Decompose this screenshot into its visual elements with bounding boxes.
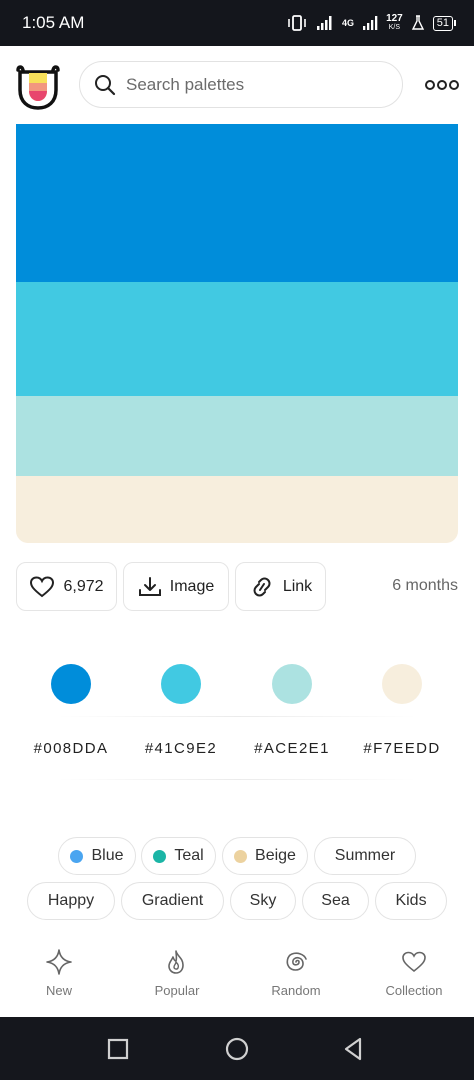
- link-label: Link: [282, 577, 313, 595]
- spiral-icon: [286, 952, 307, 971]
- color-dot-2[interactable]: [161, 664, 201, 704]
- tag-color-dot: [70, 849, 84, 863]
- link-button[interactable]: Link: [235, 562, 326, 611]
- tag-label: Blue: [91, 847, 124, 864]
- tag-label: Teal: [174, 847, 204, 864]
- color-code-1[interactable]: #008DDA: [16, 740, 126, 757]
- battery-level: 51: [432, 15, 453, 31]
- status-time: 1:05 AM: [22, 13, 85, 32]
- nav-collection[interactable]: Collection: [359, 930, 469, 1017]
- heart-icon: [30, 575, 55, 597]
- color-code-2[interactable]: #41C9E2: [126, 740, 236, 757]
- tag-color-dot: [234, 849, 248, 863]
- tag-sky[interactable]: Sky: [230, 882, 296, 920]
- color-dot-1[interactable]: [51, 664, 91, 704]
- tag-beige[interactable]: Beige: [222, 837, 308, 875]
- palette-swatch-1[interactable]: [16, 124, 458, 282]
- search-bar[interactable]: [79, 61, 403, 108]
- like-button[interactable]: 6,972: [16, 562, 117, 611]
- download-icon: [138, 576, 161, 596]
- tag-summer[interactable]: Summer: [314, 837, 416, 875]
- image-button[interactable]: Image: [123, 562, 229, 611]
- color-code-3[interactable]: #ACE2E1: [237, 740, 347, 757]
- divider: [56, 779, 418, 780]
- tag-label: Kids: [395, 892, 427, 909]
- net-speed-unit: K/S: [388, 24, 401, 31]
- image-label: Image: [169, 577, 215, 595]
- color-code-4[interactable]: #F7EEDD: [347, 740, 457, 757]
- tag-color-dot: [153, 849, 167, 863]
- net-speed: 127 K/S: [386, 14, 403, 32]
- status-bar: 1:05 AM 4G 127 K/S 51: [0, 0, 474, 46]
- tag-label: Sky: [249, 892, 277, 909]
- search-input[interactable]: [126, 70, 386, 100]
- tag-label: Gradient: [141, 892, 204, 909]
- palette-swatches[interactable]: [16, 124, 458, 543]
- palette-swatch-3[interactable]: [16, 396, 458, 476]
- nav-new[interactable]: New: [4, 930, 114, 1017]
- battery-icon: 51: [432, 15, 456, 31]
- nav-random[interactable]: Random: [241, 930, 351, 1017]
- nav-label: Collection: [385, 983, 443, 998]
- home-circle-icon[interactable]: [223, 1035, 251, 1063]
- tag-label: Beige: [255, 847, 296, 864]
- signal-icon: [317, 16, 332, 30]
- palette-actions: 6,972 Image Link 6 months: [16, 562, 458, 612]
- nav-label: Random: [271, 983, 321, 998]
- color-dot-4[interactable]: [382, 664, 422, 704]
- system-nav-bar: [0, 1017, 474, 1080]
- color-dot-3[interactable]: [272, 664, 312, 704]
- top-bar: [0, 46, 474, 124]
- sparkle-icon: [46, 949, 72, 975]
- tag-label: Summer: [334, 847, 396, 864]
- like-count: 6,972: [63, 577, 104, 595]
- link-icon: [253, 577, 271, 596]
- flask-icon: [411, 15, 424, 30]
- recents-square-icon[interactable]: [104, 1035, 132, 1063]
- tag-kids[interactable]: Kids: [375, 882, 447, 920]
- divider: [56, 716, 418, 717]
- tongue-face-logo[interactable]: [14, 60, 62, 110]
- tag-gradient[interactable]: Gradient: [121, 882, 224, 920]
- net-speed-value: 127: [386, 13, 403, 24]
- status-icons: 4G 127 K/S 51: [286, 10, 456, 36]
- back-triangle-icon[interactable]: [340, 1035, 368, 1063]
- color-codes: #008DDA #41C9E2 #ACE2E1 #F7EEDD: [16, 716, 458, 780]
- signal-icon-2: [363, 16, 378, 30]
- heart-icon: [402, 951, 426, 973]
- vibrate-icon: [288, 15, 306, 31]
- search-icon: [95, 75, 116, 96]
- tag-teal[interactable]: Teal: [141, 837, 216, 875]
- tag-happy[interactable]: Happy: [27, 882, 115, 920]
- flame-icon: [168, 950, 184, 974]
- tag-label: Happy: [47, 892, 95, 909]
- bottom-nav: New Popular Random Collection: [0, 930, 474, 1017]
- network-type: 4G: [342, 18, 355, 28]
- nav-popular[interactable]: Popular: [122, 930, 232, 1017]
- more-dots-icon[interactable]: [424, 75, 460, 95]
- palette-swatch-4[interactable]: [16, 476, 458, 543]
- tag-blue[interactable]: Blue: [58, 837, 136, 875]
- tag-sea[interactable]: Sea: [302, 882, 369, 920]
- nav-label: Popular: [154, 983, 200, 998]
- palette-swatch-2[interactable]: [16, 282, 458, 396]
- nav-label: New: [45, 983, 72, 998]
- tag-label: Sea: [321, 892, 350, 909]
- palette-age: 6 months: [392, 577, 458, 594]
